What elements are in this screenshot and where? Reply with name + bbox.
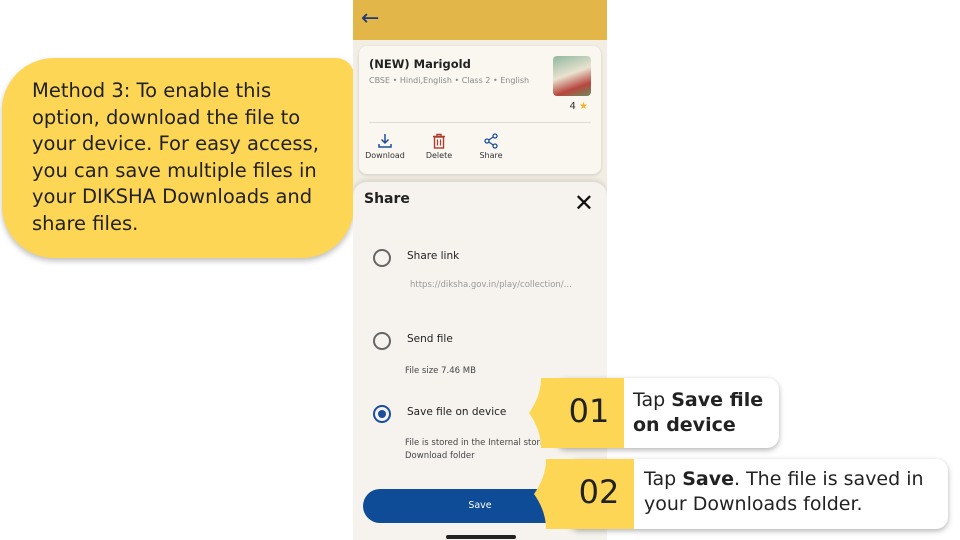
share-icon [484, 133, 498, 149]
rating-value: 4 [569, 101, 576, 112]
star-icon: ★ [579, 101, 588, 112]
trash-icon [433, 133, 445, 149]
instruction-callout: Method 3: To enable this option, downloa… [2, 58, 354, 258]
download-icon [378, 134, 392, 148]
delete-button[interactable]: Delete [417, 133, 461, 160]
send-file-label[interactable]: Send file [407, 333, 453, 345]
rating: 4 ★ [569, 101, 588, 112]
share-link-label[interactable]: Share link [407, 250, 459, 262]
save-file-label[interactable]: Save file on device [407, 406, 506, 418]
share-label: Share [479, 151, 503, 160]
sheet-title: Share [364, 191, 410, 207]
home-indicator [446, 535, 516, 539]
share-button[interactable]: Share [469, 133, 513, 160]
app-header: ← [353, 0, 607, 40]
card-divider [369, 122, 591, 123]
step-01-number: 01 [568, 392, 610, 430]
step-02-number: 02 [578, 473, 620, 511]
send-file-radio[interactable] [373, 332, 391, 350]
step-01-callout: 01 Tap Save file on device [529, 378, 779, 448]
arrow-left-icon[interactable]: ← [361, 7, 379, 31]
delete-label: Delete [425, 151, 453, 160]
step-02-text: Tap Save. The file is saved in your Down… [644, 468, 924, 515]
save-file-radio[interactable] [373, 405, 391, 423]
content-title: (NEW) Marigold [369, 57, 471, 71]
download-button[interactable]: Download [363, 133, 407, 160]
instruction-text: Method 3: To enable this option, downloa… [32, 79, 319, 235]
book-thumbnail [553, 56, 591, 96]
share-link-radio[interactable] [373, 249, 391, 267]
download-label: Download [365, 151, 405, 160]
file-size-text: File size 7.46 MB [405, 366, 476, 376]
content-meta: CBSE • Hindi,English • Class 2 • English [369, 76, 530, 85]
close-icon[interactable]: ✕ [574, 190, 594, 216]
share-link-url: https://diksha.gov.in/play/collection/..… [410, 280, 572, 290]
content-card[interactable]: (NEW) Marigold CBSE • Hindi,English • Cl… [359, 46, 601, 174]
step-01-text: Tap Save file on device [633, 389, 764, 436]
step-02-callout: 02 Tap Save. The file is saved in your D… [534, 459, 948, 529]
